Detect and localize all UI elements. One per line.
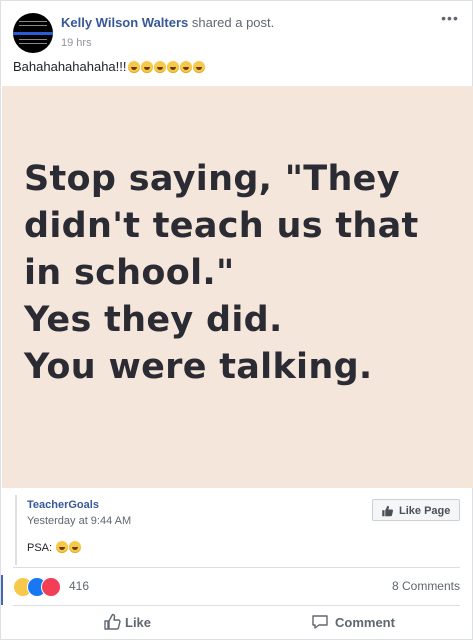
avatar-blue-stripe [13, 32, 53, 35]
thumbs-up-icon [104, 613, 121, 630]
comment-button[interactable]: Comment [311, 615, 395, 630]
rofl-emoji-icon [69, 541, 82, 553]
avatar-text-line [19, 39, 47, 40]
image-quote: Stop saying, "They didn't teach us that … [24, 156, 464, 391]
post-card: Kelly Wilson Walters shared a post. 19 h… [0, 0, 473, 640]
post-text: Bahahahahahaha!!! [13, 59, 205, 74]
laughing-emoji-icon [56, 541, 69, 553]
source-page-name[interactable]: TeacherGoals [27, 499, 99, 511]
comments-count[interactable]: 8 Comments [392, 579, 460, 593]
image-quote-line: Yes they did. [24, 300, 283, 340]
post-timestamp[interactable]: 19 hrs [61, 37, 92, 49]
thumbs-up-icon [382, 505, 394, 517]
source-timestamp[interactable]: Yesterday at 9:44 AM [27, 515, 131, 527]
image-quote-line: You were talking. [24, 347, 373, 387]
action-bar: Like Comment [1, 609, 472, 639]
like-button[interactable]: Like [103, 613, 152, 630]
rofl-emoji-icon [179, 61, 192, 73]
image-quote-line: didn't teach us that [24, 206, 419, 246]
laughing-emoji-icon [192, 61, 205, 73]
like-page-button[interactable]: Like Page [372, 499, 460, 521]
reaction-count: 416 [69, 579, 90, 593]
post-header: Kelly Wilson Walters shared a post. 19 h… [13, 11, 460, 57]
image-quote-line: Stop saying, "They [24, 159, 400, 199]
source-text-content: PSA: [27, 542, 56, 554]
laughing-emoji-icon [166, 61, 179, 73]
image-quote-line: in school." [24, 253, 235, 293]
shared-source: TeacherGoals Yesterday at 9:44 AM PSA: L… [15, 495, 460, 565]
avatar-text-line [19, 43, 47, 44]
source-text: PSA: [27, 541, 82, 554]
author-name[interactable]: Kelly Wilson Walters [61, 15, 188, 30]
laughing-emoji-icon [140, 61, 153, 73]
comment-label: Comment [335, 615, 395, 630]
post-text-content: Bahahahahahaha!!! [13, 59, 127, 74]
divider [13, 605, 460, 606]
focus-accent [1, 575, 3, 605]
author-line: Kelly Wilson Walters shared a post. [61, 15, 274, 30]
comment-icon [312, 615, 328, 629]
avatar[interactable] [13, 13, 53, 53]
shared-text: shared a post. [188, 15, 275, 30]
like-page-label: Like Page [399, 505, 451, 517]
post-image[interactable]: Stop saying, "They didn't teach us that … [2, 86, 473, 488]
avatar-text-line [19, 25, 47, 26]
more-horizontal-icon[interactable]: ••• [440, 11, 460, 27]
rofl-emoji-icon [153, 61, 166, 73]
avatar-text-line [19, 21, 47, 22]
like-label: Like [125, 615, 152, 630]
divider [13, 567, 460, 568]
love-reaction-icon [41, 577, 61, 597]
rofl-emoji-icon [127, 61, 140, 73]
